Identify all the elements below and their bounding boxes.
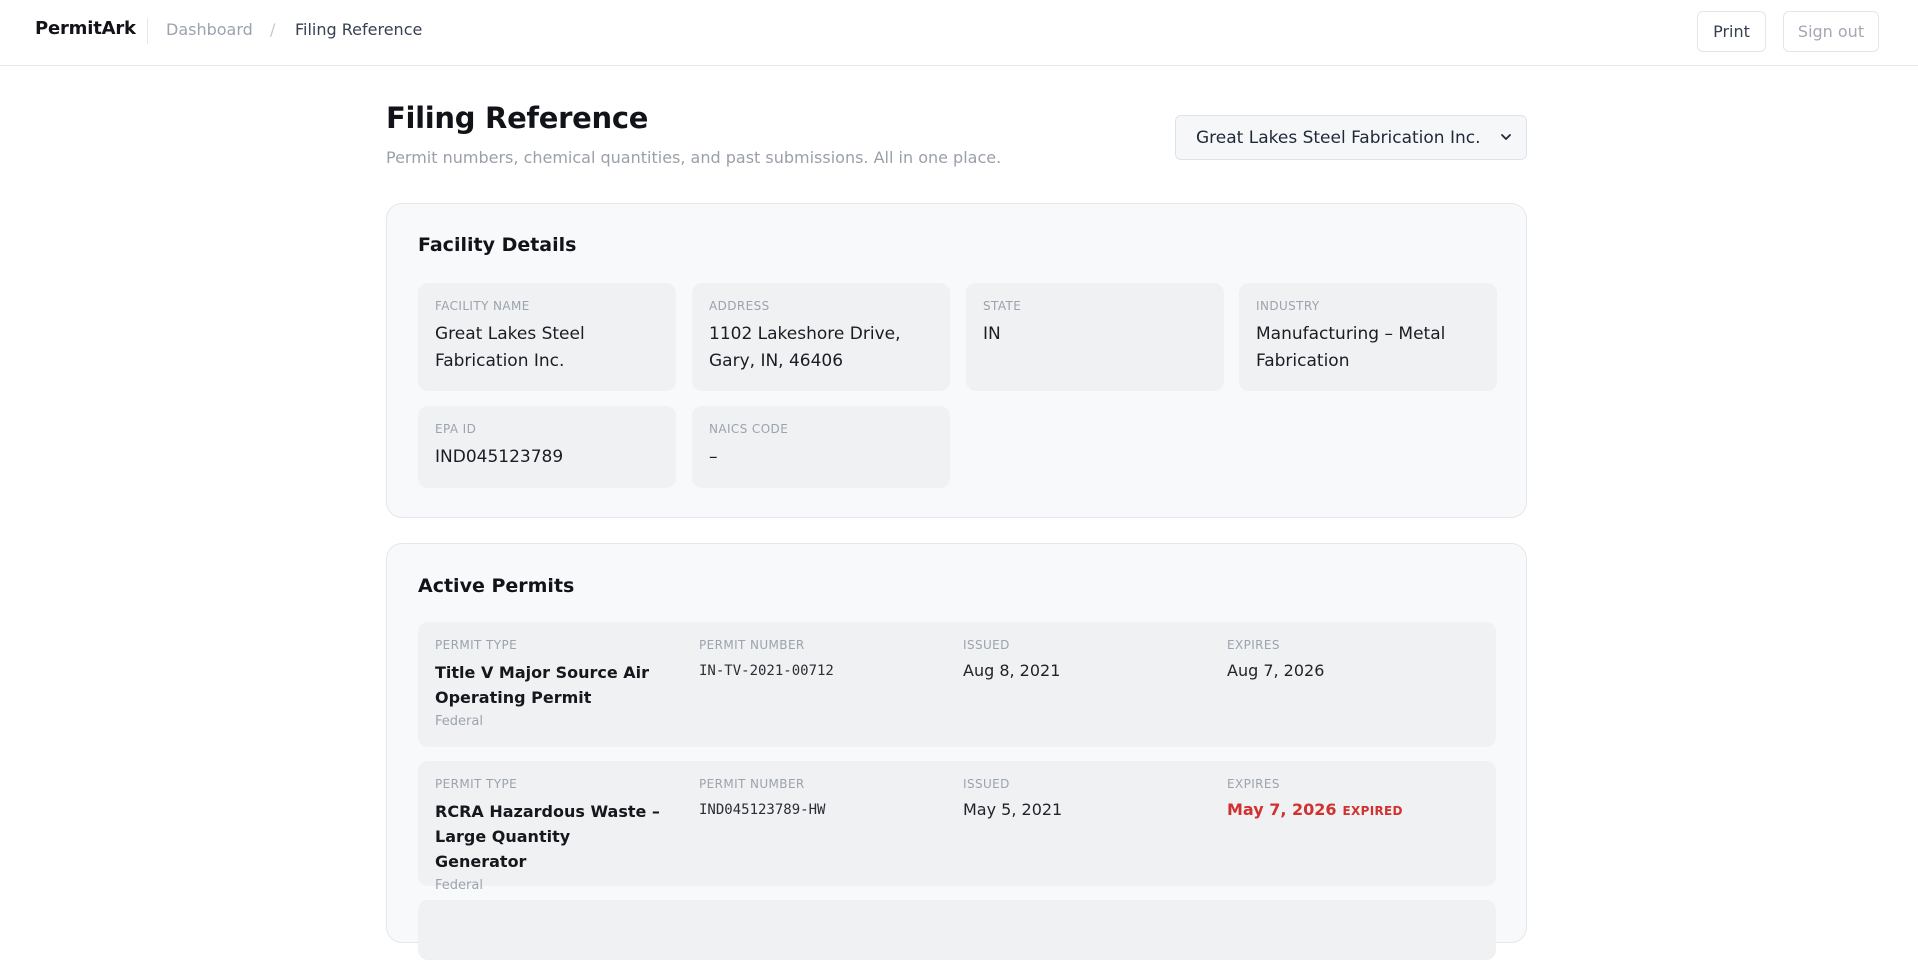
column-label: Permit Type <box>435 638 518 652</box>
field-label: Address <box>709 299 770 313</box>
expires-date: Aug 7, 2026 <box>1227 661 1325 680</box>
field-label: EPA ID <box>435 422 477 436</box>
permit-jurisdiction: Federal <box>435 714 483 729</box>
breadcrumb-separator: / <box>270 20 276 39</box>
permit-type: RCRA Hazardous Waste – Large Quantity Ge… <box>435 802 660 871</box>
active-permits-card: Active Permits Permit Type Title V Major… <box>386 543 1527 960</box>
print-button[interactable]: Print <box>1697 11 1766 52</box>
brand-logo[interactable]: PermitArk <box>35 18 136 39</box>
permit-type-cell: Permit Type RCRA Hazardous Waste – Large… <box>435 777 665 893</box>
field-naics-code: NAICS Code – <box>692 406 950 488</box>
expires-date: May 7, 2026 <box>1227 800 1337 819</box>
permit-row[interactable]: Permit Type Title V Major Source Air Ope… <box>418 622 1496 747</box>
column-label: Issued <box>963 777 1010 791</box>
breadcrumb-dashboard-link[interactable]: Dashboard <box>166 20 253 39</box>
field-value: Manufacturing – Metal Fabrication <box>1256 324 1446 371</box>
column-label: Permit Number <box>699 777 805 791</box>
field-address: Address 1102 Lakeshore Drive, Gary, IN, … <box>692 283 950 391</box>
issued-cell: Issued Aug 8, 2021 <box>963 638 1060 680</box>
facility-details-title: Facility Details <box>418 234 577 256</box>
column-label: Issued <box>963 638 1010 652</box>
field-state: State IN <box>966 283 1224 391</box>
column-label: Expires <box>1227 777 1280 791</box>
page-subtitle: Permit numbers, chemical quantities, and… <box>386 148 1002 167</box>
field-label: Facility Name <box>435 299 530 313</box>
field-industry: Industry Manufacturing – Metal Fabricati… <box>1239 283 1497 391</box>
field-epa-id: EPA ID IND045123789 <box>418 406 676 488</box>
permit-number-cell: Permit Number IND045123789-HW <box>699 777 825 818</box>
field-value: IND045123789 <box>435 447 564 467</box>
issued-date: Aug 8, 2021 <box>963 661 1061 680</box>
breadcrumb-current: Filing Reference <box>295 20 423 39</box>
active-permits-title: Active Permits <box>418 575 575 597</box>
expired-badge: EXPIRED <box>1342 804 1403 818</box>
field-value: – <box>709 447 718 467</box>
top-bar: PermitArk Dashboard / Filing Reference P… <box>0 0 1918 66</box>
brand-divider <box>147 18 148 44</box>
expires-cell: Expires May 7, 2026 EXPIRED <box>1227 777 1403 819</box>
permit-type: Title V Major Source Air Operating Permi… <box>435 663 650 707</box>
column-label: Expires <box>1227 638 1280 652</box>
field-label: Industry <box>1256 299 1320 313</box>
expires-cell: Expires Aug 7, 2026 <box>1227 638 1324 680</box>
chevron-down-icon <box>1501 134 1511 140</box>
permit-number: IN-TV-2021-00712 <box>699 663 834 679</box>
permit-jurisdiction: Federal <box>435 878 483 893</box>
facility-details-card: Facility Details Facility Name Great Lak… <box>386 203 1527 518</box>
expires-line: May 7, 2026 EXPIRED <box>1227 800 1403 819</box>
field-value: IN <box>983 324 1001 344</box>
facility-select-value: Great Lakes Steel Fabrication Inc. <box>1196 127 1481 148</box>
permit-number-cell: Permit Number IN-TV-2021-00712 <box>699 638 834 679</box>
field-label: State <box>983 299 1022 313</box>
permit-row[interactable]: Permit Type RCRA Hazardous Waste – Large… <box>418 761 1496 893</box>
field-label: NAICS Code <box>709 422 789 436</box>
issued-cell: Issued May 5, 2021 <box>963 777 1062 819</box>
field-value: Great Lakes Steel Fabrication Inc. <box>435 324 585 371</box>
permit-number: IND045123789-HW <box>699 802 826 818</box>
field-value: 1102 Lakeshore Drive, Gary, IN, 46406 <box>709 324 901 371</box>
column-label: Permit Type <box>435 777 518 791</box>
permit-type-cell: Permit Type Title V Major Source Air Ope… <box>435 638 665 729</box>
facility-select[interactable]: Great Lakes Steel Fabrication Inc. <box>1175 115 1527 160</box>
field-facility-name: Facility Name Great Lakes Steel Fabricat… <box>418 283 676 391</box>
issued-date: May 5, 2021 <box>963 800 1063 819</box>
column-label: Permit Number <box>699 638 805 652</box>
permit-row[interactable] <box>418 900 1496 960</box>
page-title: Filing Reference <box>386 101 649 135</box>
sign-out-button[interactable]: Sign out <box>1783 11 1879 52</box>
